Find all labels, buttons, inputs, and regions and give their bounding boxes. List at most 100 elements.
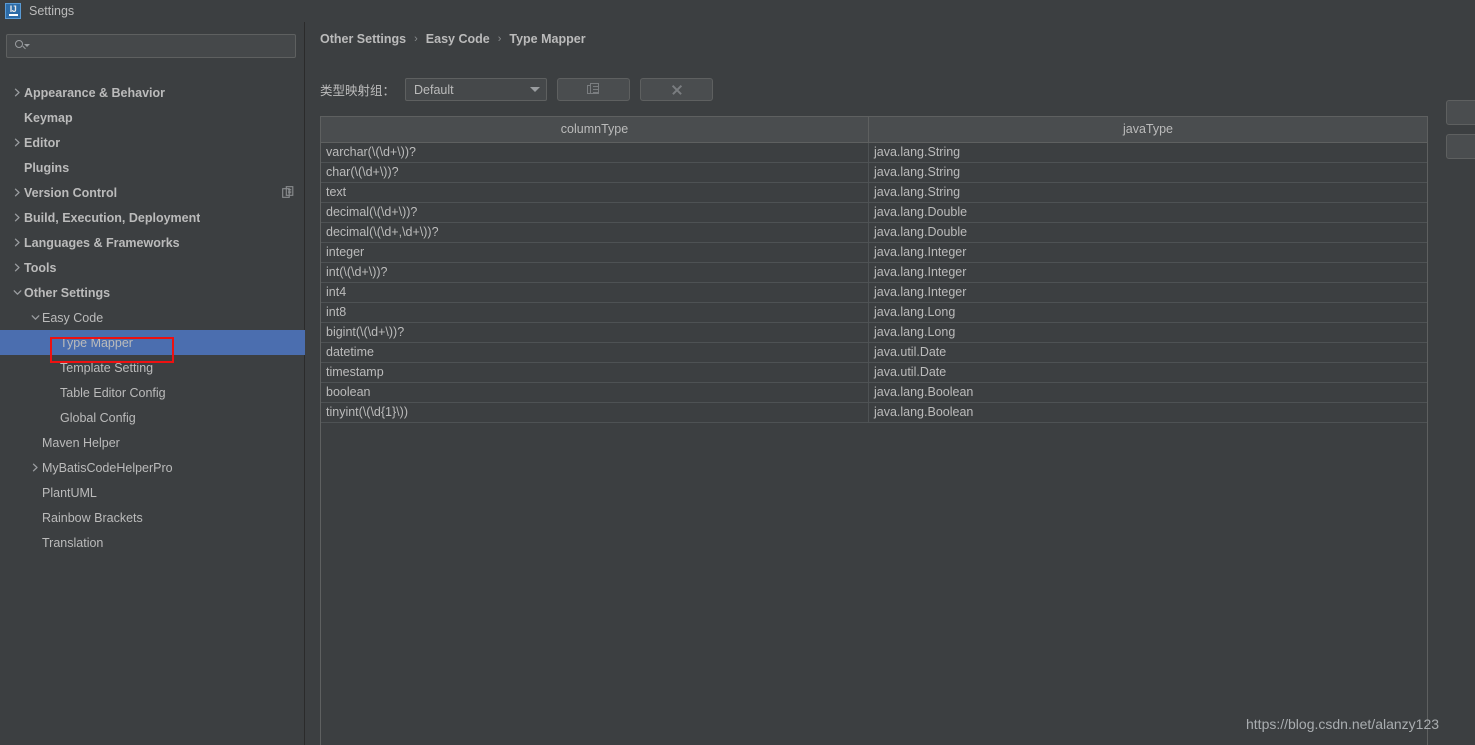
table-remove-row-button[interactable] [1446,134,1475,159]
sidebar-item-global-config[interactable]: Global Config [0,405,305,430]
table-cell-columnType[interactable]: decimal(\(\d+\))? [321,202,869,223]
sidebar-item-version-control[interactable]: Version Control [0,180,305,205]
table-cell-columnType[interactable]: varchar(\(\d+\))? [321,142,869,163]
search-input[interactable] [33,38,283,54]
table-cell-columnType[interactable]: decimal(\(\d+,\d+\))? [321,222,869,243]
table-row[interactable]: datetime java.util.Date [321,342,1427,363]
chevron-down-icon[interactable] [10,288,24,297]
sidebar-item-table-editor-config[interactable]: Table Editor Config [0,380,305,405]
sidebar-item-label: Template Setting [60,360,154,375]
sidebar-item-label: Tools [24,260,57,275]
table-cell-columnType[interactable]: text [321,182,869,203]
search-icon [15,39,30,53]
table-row[interactable]: timestamp java.util.Date [321,362,1427,383]
table-cell-javaType[interactable]: java.lang.Boolean [868,402,1427,423]
sidebar-item-keymap[interactable]: Keymap [0,105,305,130]
table-row[interactable]: decimal(\(\d+\))? java.lang.Double [321,202,1427,223]
type-mapper-group-select[interactable]: Default [405,78,548,101]
window-title: Settings [29,4,75,18]
sidebar-item-label: Editor [24,135,61,150]
sidebar-item-build-execution-deployment[interactable]: Build, Execution, Deployment [0,205,305,230]
search-box[interactable] [6,34,296,58]
chevron-right-icon[interactable] [10,188,24,197]
table-row[interactable]: integer java.lang.Integer [321,242,1427,263]
table-row[interactable]: bigint(\(\d+\))? java.lang.Long [321,322,1427,343]
breadcrumb-item-2[interactable]: Type Mapper [509,32,585,46]
chevron-right-icon[interactable] [10,138,24,147]
table-row[interactable]: varchar(\(\d+\))? java.lang.String [321,142,1427,163]
sidebar-item-plugins[interactable]: Plugins [0,155,305,180]
table-cell-javaType[interactable]: java.lang.String [868,162,1427,183]
sidebar-item-languages-frameworks[interactable]: Languages & Frameworks [0,230,305,255]
table-cell-javaType[interactable]: java.util.Date [868,342,1427,363]
breadcrumb-separator-icon: › [497,33,502,45]
copy-group-button[interactable] [557,78,631,101]
sidebar-item-editor[interactable]: Editor [0,130,305,155]
sidebar-item-other-settings[interactable]: Other Settings [0,280,305,305]
table-header-row: columnType javaType [321,117,1427,143]
breadcrumb-separator-icon: › [414,33,418,45]
sidebar-item-plantuml[interactable]: PlantUML [0,480,305,505]
table-row[interactable]: int8 java.lang.Long [321,302,1427,323]
sidebar-item-translation[interactable]: Translation [0,530,305,555]
table-row[interactable]: text java.lang.String [321,182,1427,203]
table-cell-javaType[interactable]: java.lang.String [868,182,1427,203]
table-row[interactable]: int(\(\d+\))? java.lang.Integer [321,262,1427,283]
sidebar-item-tools[interactable]: Tools [0,255,305,280]
table-cell-columnType[interactable]: int4 [321,282,869,303]
table-cell-javaType[interactable]: java.util.Date [868,362,1427,383]
table-cell-columnType[interactable]: int8 [321,302,869,323]
chevron-right-icon[interactable] [10,263,24,272]
table-cell-columnType[interactable]: integer [321,242,869,263]
table-cell-columnType[interactable]: char(\(\d+\))? [321,162,869,183]
sidebar-item-label: Build, Execution, Deployment [24,210,201,225]
table-row[interactable]: boolean java.lang.Boolean [321,382,1427,403]
table-cell-javaType[interactable]: java.lang.String [868,142,1427,163]
chevron-right-icon[interactable] [10,88,24,97]
copy-icon[interactable] [282,186,295,202]
table-cell-columnType[interactable]: datetime [321,342,869,363]
chevron-right-icon[interactable] [28,463,42,472]
breadcrumb-item-1[interactable]: Easy Code [426,32,490,46]
sidebar-item-label: Easy Code [42,310,104,325]
table-cell-javaType[interactable]: java.lang.Double [868,222,1427,243]
sidebar-item-easy-code[interactable]: Easy Code [0,305,305,330]
chevron-right-icon[interactable] [10,238,24,247]
sidebar-item-type-mapper[interactable]: Type Mapper [0,330,305,355]
table-cell-columnType[interactable]: int(\(\d+\))? [321,262,869,283]
table-cell-javaType[interactable]: java.lang.Integer [868,262,1427,283]
close-icon [671,84,683,96]
table-row[interactable]: decimal(\(\d+,\d+\))? java.lang.Double [321,222,1427,243]
sidebar-item-mybatiscodehelperpro[interactable]: MyBatisCodeHelperPro [0,455,305,480]
table-row[interactable]: int4 java.lang.Integer [321,282,1427,303]
sidebar-item-label: Version Control [24,185,118,200]
column-header-columnType[interactable]: columnType [321,117,869,143]
type-mapper-table: columnType javaType varchar(\(\d+\))? java… [321,117,1427,423]
table-cell-javaType[interactable]: java.lang.Boolean [868,382,1427,403]
table-cell-columnType[interactable]: tinyint(\(\d{1}\)) [321,402,869,423]
table-cell-javaType[interactable]: java.lang.Long [868,302,1427,323]
breadcrumb-item-0[interactable]: Other Settings [320,32,406,46]
table-cell-columnType[interactable]: timestamp [321,362,869,383]
sidebar-item-maven-helper[interactable]: Maven Helper [0,430,305,455]
table-cell-javaType[interactable]: java.lang.Long [868,322,1427,343]
type-mapper-group-value: Default [414,82,454,97]
delete-group-button[interactable] [640,78,714,101]
chevron-right-icon[interactable] [10,213,24,222]
sidebar-item-template-setting[interactable]: Template Setting [0,355,305,380]
table-row[interactable]: tinyint(\(\d{1}\)) java.lang.Boolean [321,402,1427,423]
table-cell-columnType[interactable]: boolean [321,382,869,403]
table-add-row-button[interactable] [1446,100,1475,125]
sidebar-item-label: Global Config [60,410,136,425]
table-cell-javaType[interactable]: java.lang.Integer [868,242,1427,263]
sidebar-item-rainbow-brackets[interactable]: Rainbow Brackets [0,505,305,530]
type-mapper-group-toolbar: 类型映射组： Default [320,78,714,101]
table-cell-javaType[interactable]: java.lang.Double [868,202,1427,223]
chevron-down-icon[interactable] [28,313,42,322]
sidebar-item-label: Table Editor Config [60,385,166,400]
column-header-javaType[interactable]: javaType [868,117,1427,143]
sidebar-item-appearance-behavior[interactable]: Appearance & Behavior [0,80,305,105]
table-cell-javaType[interactable]: java.lang.Integer [868,282,1427,303]
table-cell-columnType[interactable]: bigint(\(\d+\))? [321,322,869,343]
table-row[interactable]: char(\(\d+\))? java.lang.String [321,162,1427,183]
